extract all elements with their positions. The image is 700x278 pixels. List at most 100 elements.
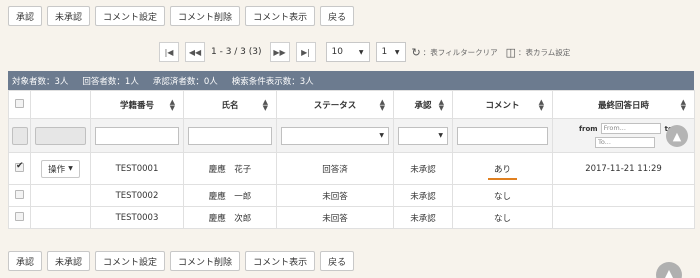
row-checkbox[interactable]	[15, 189, 24, 199]
filter-cell	[90, 118, 184, 153]
refresh-icon: ↻	[411, 45, 421, 59]
row-checkbox[interactable]	[15, 211, 24, 221]
row-checkbox[interactable]	[15, 161, 24, 172]
select-all-cell	[8, 90, 31, 119]
comment-delete-button[interactable]: コメント削除	[170, 251, 241, 271]
row-checkbox-cell	[8, 206, 31, 229]
last-page-icon[interactable]: ▶|	[295, 42, 316, 62]
checkbox-filter[interactable]	[11, 126, 28, 145]
name-filter-input[interactable]	[188, 126, 272, 145]
row-op-cell	[30, 206, 91, 229]
last-answered-cell	[552, 206, 695, 229]
last-answered-header[interactable]: 最終回答日時 ▲ ▼	[552, 90, 695, 119]
last-answered-header-label: 最終回答日時	[597, 100, 649, 111]
date-to-input[interactable]: To...	[595, 137, 655, 148]
comment-delete-button[interactable]: コメント削除	[170, 6, 241, 26]
comment-set-button[interactable]: コメント設定	[95, 6, 166, 26]
approval-header-label: 承認	[414, 100, 432, 111]
highlight-underline	[487, 177, 517, 180]
scroll-top-icon[interactable]: ▲	[666, 125, 688, 147]
status-filter-select[interactable]: ▼	[281, 126, 389, 145]
chevron-down-icon: ▼	[438, 131, 443, 139]
pagination: |◀ ◀◀ 1 - 3 / 3 (3) ▶▶ ▶| 10 ▼ 1 ▼ ↻ ：表フィル…	[159, 42, 570, 62]
filter-row: ▼ ▼ from From... to To... ▲	[8, 118, 695, 153]
chevron-down-icon: ▼	[379, 131, 384, 139]
prev-page-icon[interactable]: ◀◀	[185, 42, 205, 62]
approval-cell: 未承認	[393, 206, 453, 229]
op-filter	[35, 126, 86, 145]
next-page-icon[interactable]: ▶▶	[269, 42, 290, 62]
table-row[interactable]: 操作▼ TEST0001 慶應 花子 回答済 未承認 あり 2017-11-21…	[8, 152, 695, 185]
top-toolbar: 承認 未承認 コメント設定 コメント削除 コメント表示 戻る	[8, 6, 355, 26]
comment-filter-input[interactable]	[457, 126, 548, 145]
operation-button[interactable]: 操作 ▼	[41, 159, 80, 178]
status-cell: 未回答	[276, 206, 394, 229]
comment-header[interactable]: コメント ▲ ▼	[452, 90, 553, 119]
comment-set-button[interactable]: コメント設定	[95, 251, 166, 271]
filter-cell: ▼	[276, 118, 394, 153]
sort-icon: ▲ ▼	[438, 97, 444, 112]
approval-header[interactable]: 承認 ▲ ▼	[393, 90, 453, 119]
column-settings-label: ：表カラム設定	[518, 47, 571, 57]
date-from-input[interactable]: From...	[600, 123, 661, 134]
select-all-checkbox[interactable]	[15, 98, 24, 108]
target-count: 対象者数：3人	[12, 76, 69, 87]
table-row[interactable]: TEST0002 慶應 一郎 未回答 未承認 なし	[8, 184, 695, 207]
approval-cell: 未承認	[393, 152, 453, 185]
back-button[interactable]: 戻る	[320, 251, 355, 271]
bottom-toolbar: 承認 未承認 コメント設定 コメント削除 コメント表示 戻る	[8, 251, 355, 271]
row-op-cell	[30, 184, 91, 207]
first-page-icon[interactable]: |◀	[159, 42, 179, 62]
sort-icon: ▲ ▼	[680, 97, 686, 112]
back-button[interactable]: 戻る	[320, 6, 355, 26]
table-row[interactable]: TEST0003 慶應 次郎 未回答 未承認 なし	[8, 206, 695, 229]
approval-filter-select[interactable]: ▼	[398, 126, 448, 145]
scroll-to-top-icon[interactable]: ▲	[656, 262, 682, 278]
filter-clear-label: ：表フィルタークリア	[422, 47, 498, 57]
student-no-filter-input[interactable]	[95, 126, 179, 145]
comment-header-label: コメント	[485, 100, 520, 111]
status-cell: 回答済	[276, 152, 394, 185]
filter-cell: ▼	[393, 118, 453, 153]
page-range: 1 - 3 / 3 (3)	[211, 47, 262, 57]
page-value: 1	[381, 47, 388, 57]
column-settings-link[interactable]: ◫ ：表カラム設定	[506, 46, 571, 59]
page-select[interactable]: 1 ▼	[375, 42, 406, 62]
summary-bar: 対象者数：3人 回答者数：1人 承認済者数：0人 検索条件表示数：3人	[8, 71, 694, 90]
name-cell: 慶應 一郎	[183, 184, 277, 207]
name-header-label: 氏名	[221, 100, 239, 111]
status-header[interactable]: ステータス ▲ ▼	[276, 90, 394, 119]
name-header[interactable]: 氏名 ▲ ▼	[183, 90, 277, 119]
student-no-header[interactable]: 学籍番号 ▲ ▼	[90, 90, 184, 119]
unapprove-button[interactable]: 未承認	[47, 6, 91, 26]
student-no-header-label: 学籍番号	[119, 100, 154, 111]
sort-icon: ▲ ▼	[262, 97, 268, 112]
status-header-label: ステータス	[313, 100, 357, 111]
per-page-select[interactable]: 10 ▼	[325, 42, 370, 62]
search-count: 検索条件表示数：3人	[231, 76, 314, 87]
comment-text: あり	[493, 164, 511, 175]
comment-cell: あり	[452, 152, 553, 185]
student-no-cell: TEST0001	[90, 152, 184, 185]
row-op-cell: 操作 ▼	[30, 152, 91, 185]
comment-show-button[interactable]: コメント表示	[245, 6, 316, 26]
approval-cell: 未承認	[393, 184, 453, 207]
op-header	[30, 90, 91, 119]
approve-button[interactable]: 承認	[8, 6, 43, 26]
answered-count: 回答者数：1人	[82, 76, 139, 87]
status-cell: 未回答	[276, 184, 394, 207]
approve-button[interactable]: 承認	[8, 251, 43, 271]
unapprove-button[interactable]: 未承認	[47, 251, 91, 271]
comment-show-button[interactable]: コメント表示	[245, 251, 316, 271]
filter-clear-link[interactable]: ↻ ：表フィルタークリア	[412, 46, 498, 59]
comment-cell: なし	[452, 206, 553, 229]
operation-button-label: 操作	[48, 164, 66, 175]
name-cell: 慶應 次郎	[183, 206, 277, 229]
sort-icon: ▲ ▼	[379, 97, 385, 112]
filter-cell	[8, 118, 31, 153]
sort-icon: ▲ ▼	[538, 97, 544, 112]
name-cell: 慶應 花子	[183, 152, 277, 185]
comment-link[interactable]: あり	[487, 163, 517, 180]
approved-count: 承認済者数：0人	[152, 76, 218, 87]
sort-icon: ▲ ▼	[169, 97, 175, 112]
